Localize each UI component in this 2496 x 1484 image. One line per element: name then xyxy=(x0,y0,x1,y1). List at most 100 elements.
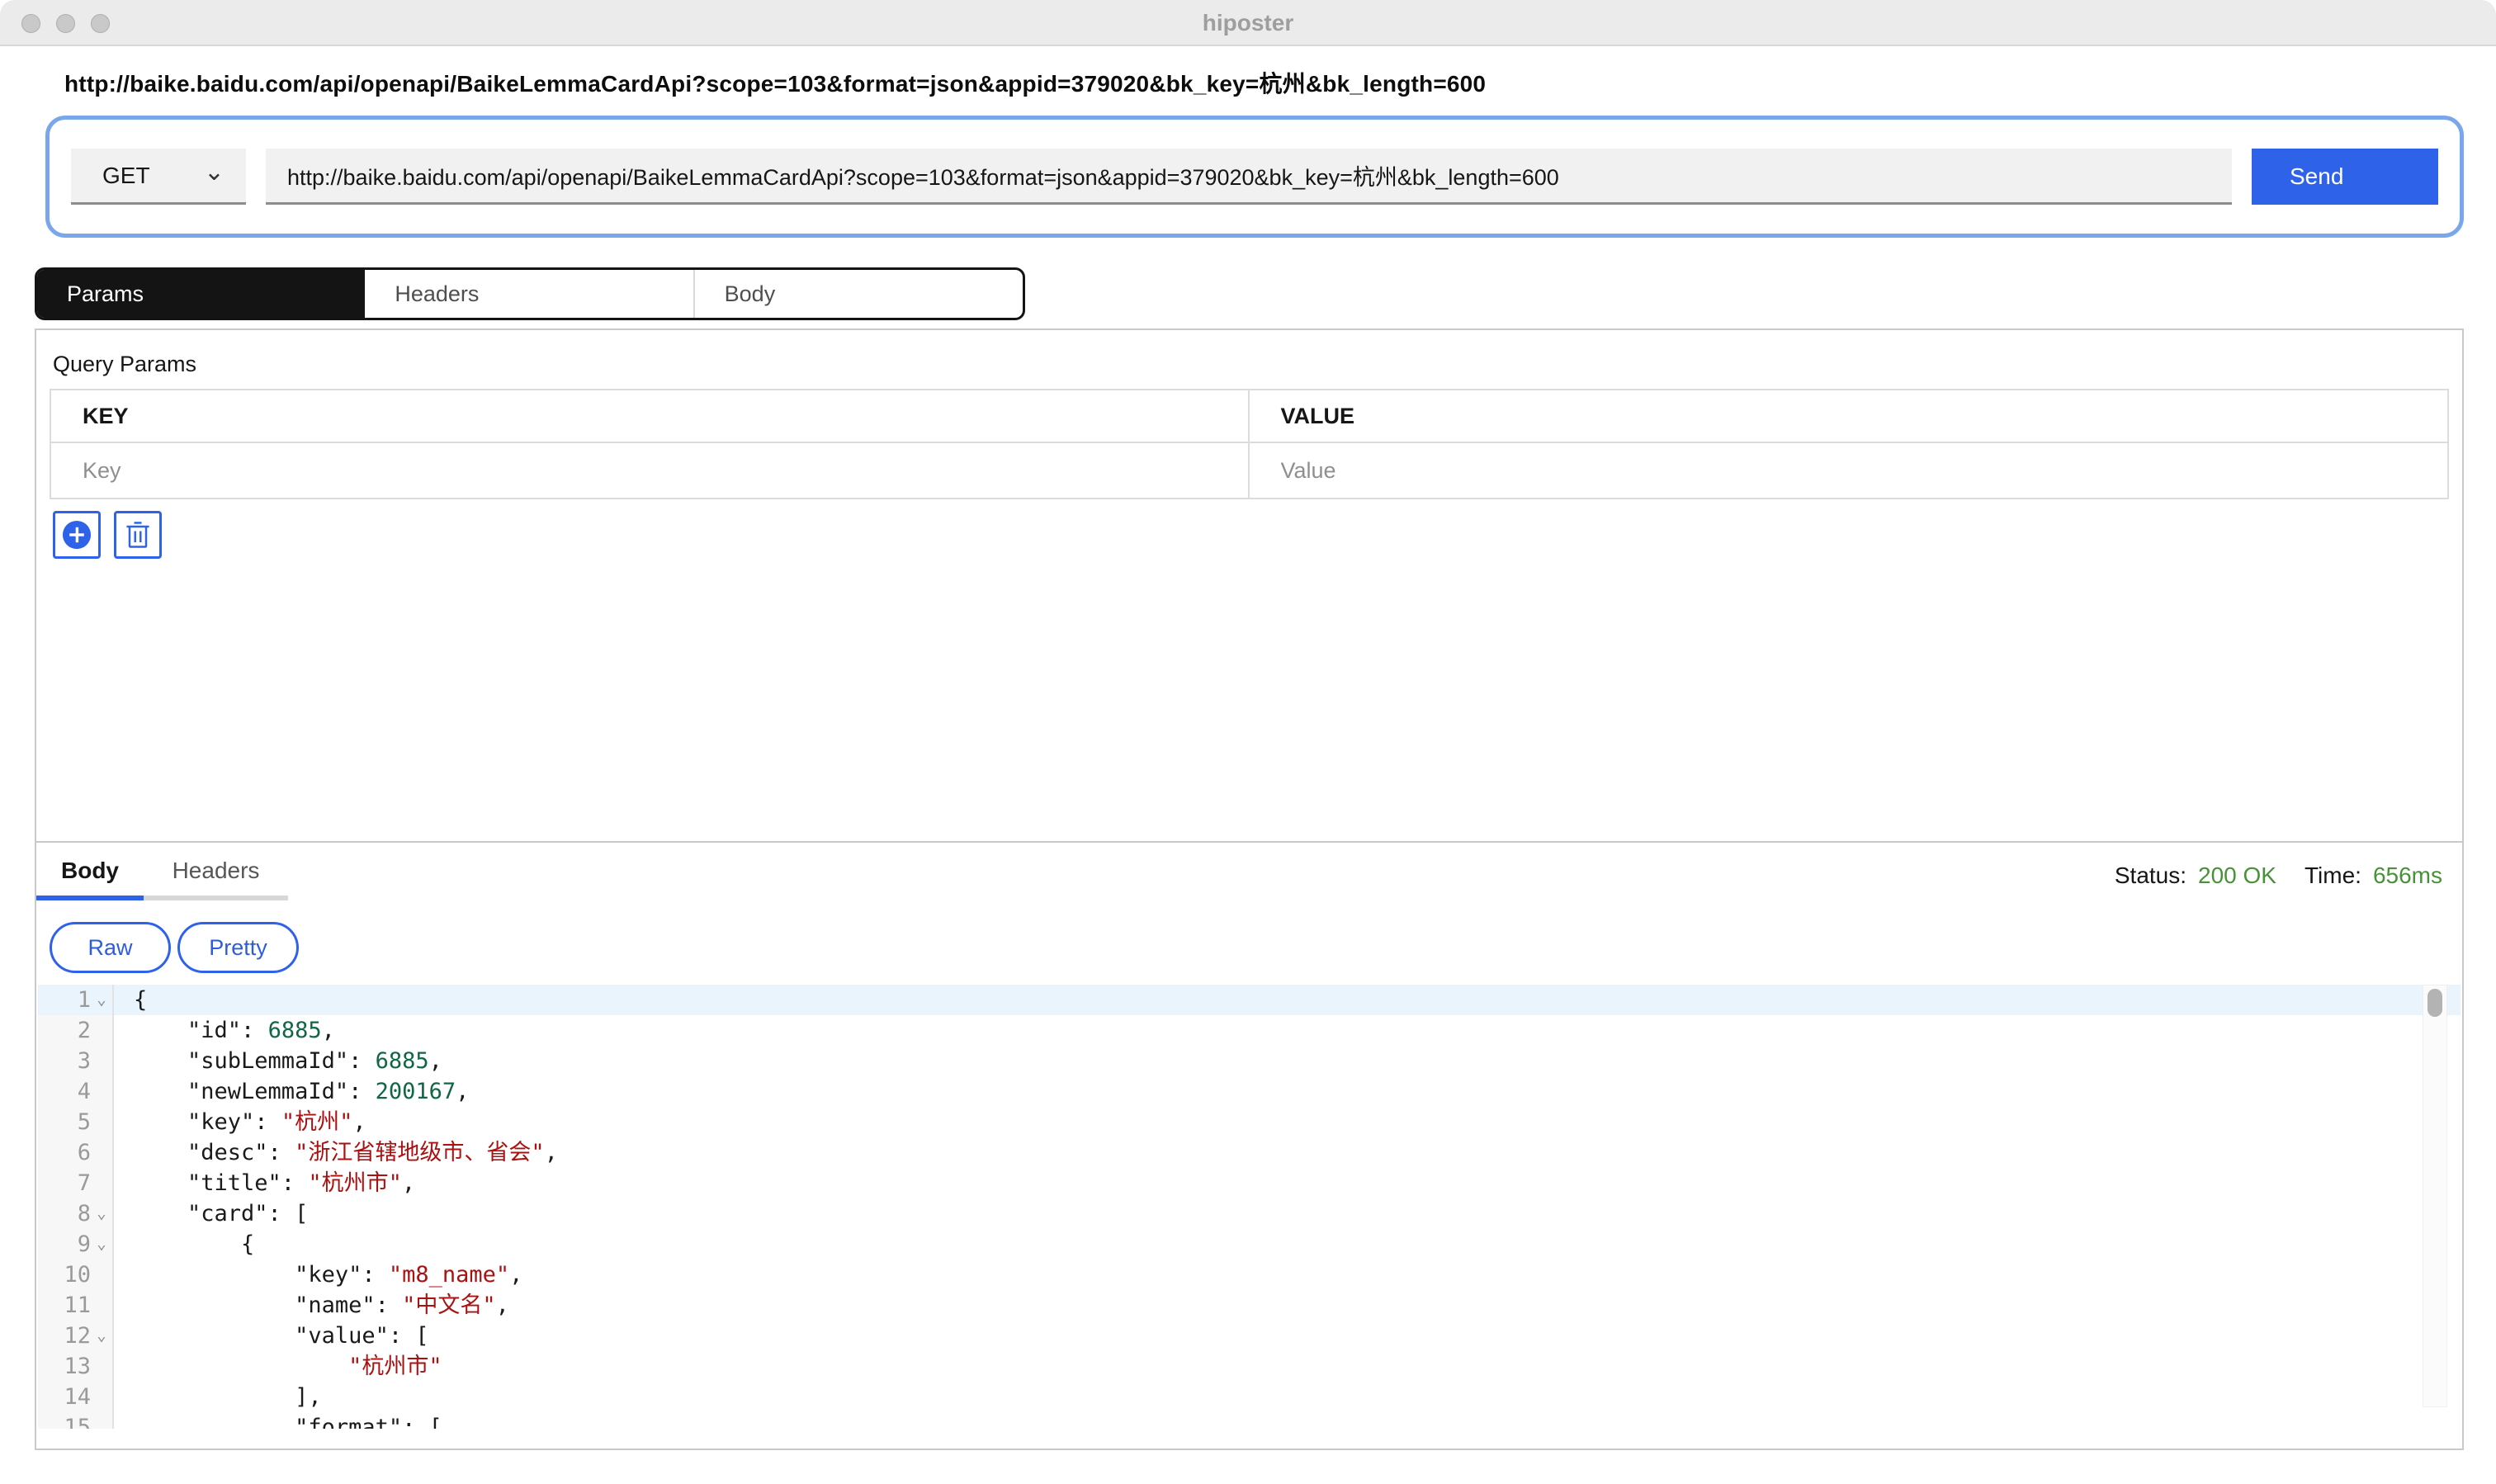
status-label: Status: xyxy=(2115,863,2186,889)
line-number: 7 xyxy=(38,1168,91,1198)
trash-icon xyxy=(123,520,153,550)
pretty-button[interactable]: Pretty xyxy=(177,922,299,973)
tab-params[interactable]: Params xyxy=(37,270,365,318)
delete-param-button[interactable] xyxy=(114,511,162,559)
code-line: 3 "subLemmaId": 6885, xyxy=(38,1046,2461,1076)
response-tabs: Body Headers xyxy=(36,858,2462,884)
params-table-row xyxy=(51,442,2447,498)
params-table: KEY VALUE xyxy=(50,389,2449,499)
code-text: "value": [ xyxy=(114,1321,2461,1351)
code-line: 5 "key": "杭州", xyxy=(38,1107,2461,1137)
params-panel: Query Params KEY VALUE xyxy=(35,328,2464,843)
code-line: 12⌄ "value": [ xyxy=(38,1321,2461,1351)
code-line: 15 "format": [ xyxy=(38,1412,2461,1429)
response-tab-headers[interactable]: Headers xyxy=(144,858,288,884)
request-url-heading: http://baike.baidu.com/api/openapi/Baike… xyxy=(64,66,2496,99)
line-number: 3 xyxy=(38,1046,91,1076)
fold-gutter xyxy=(91,1107,114,1137)
code-text: "card": [ xyxy=(114,1198,2461,1229)
time-value: 656ms xyxy=(2373,863,2442,889)
fold-gutter xyxy=(91,1015,114,1046)
query-params-title: Query Params xyxy=(53,352,2462,377)
raw-button[interactable]: Raw xyxy=(50,922,171,973)
code-text: { xyxy=(114,1229,2461,1260)
line-number: 15 xyxy=(38,1412,91,1429)
request-bar: GET ⌄ Send xyxy=(45,116,2464,238)
send-button[interactable]: Send xyxy=(2252,149,2438,205)
fold-gutter xyxy=(91,1046,114,1076)
status-value: 200 OK xyxy=(2198,863,2276,889)
key-column-header: KEY xyxy=(51,390,1250,442)
response-body-editor[interactable]: 1⌄{2 "id": 6885,3 "subLemmaId": 6885,4 "… xyxy=(38,985,2461,1429)
response-tab-underline xyxy=(36,896,2462,900)
add-param-button[interactable] xyxy=(53,511,101,559)
code-text: "key": "杭州", xyxy=(114,1107,2461,1137)
url-input[interactable] xyxy=(266,149,2232,205)
code-line: 13 "杭州市" xyxy=(38,1351,2461,1382)
response-tab-body[interactable]: Body xyxy=(36,858,144,884)
code-line: 6 "desc": "浙江省辖地级市、省会", xyxy=(38,1137,2461,1168)
line-number: 14 xyxy=(38,1382,91,1412)
line-number: 9 xyxy=(38,1229,91,1260)
code-text: { xyxy=(114,985,2461,1015)
line-number: 13 xyxy=(38,1351,91,1382)
chevron-down-icon: ⌄ xyxy=(204,160,225,185)
line-number: 2 xyxy=(38,1015,91,1046)
line-number: 10 xyxy=(38,1260,91,1290)
tab-body[interactable]: Body xyxy=(693,270,1023,318)
method-select-value: GET xyxy=(102,163,150,189)
code-line: 14 ], xyxy=(38,1382,2461,1412)
method-select[interactable]: GET ⌄ xyxy=(71,149,246,205)
value-column-header: VALUE xyxy=(1250,390,2448,442)
fold-toggle-icon[interactable]: ⌄ xyxy=(91,985,114,1015)
response-view-buttons: Raw Pretty xyxy=(50,922,2462,973)
param-key-input[interactable] xyxy=(83,458,1248,484)
time-label: Time: xyxy=(2305,863,2361,889)
inactive-tab-indicator xyxy=(144,896,288,900)
code-text: "id": 6885, xyxy=(114,1015,2461,1046)
fold-toggle-icon[interactable]: ⌄ xyxy=(91,1198,114,1229)
scrollbar-thumb[interactable] xyxy=(2427,989,2442,1017)
fold-toggle-icon[interactable]: ⌄ xyxy=(91,1229,114,1260)
code-text: "subLemmaId": 6885, xyxy=(114,1046,2461,1076)
params-table-header-row: KEY VALUE xyxy=(51,390,2447,442)
code-line: 11 "name": "中文名", xyxy=(38,1290,2461,1321)
code-line: 4 "newLemmaId": 200167, xyxy=(38,1076,2461,1107)
code-text: "name": "中文名", xyxy=(114,1290,2461,1321)
window-titlebar: hiposter xyxy=(0,0,2496,46)
line-number: 11 xyxy=(38,1290,91,1321)
code-text: "杭州市" xyxy=(114,1351,2461,1382)
code-line: 10 "key": "m8_name", xyxy=(38,1260,2461,1290)
param-value-input[interactable] xyxy=(1281,458,2448,484)
code-line: 9⌄ { xyxy=(38,1229,2461,1260)
code-text: "key": "m8_name", xyxy=(114,1260,2461,1290)
fold-gutter xyxy=(91,1076,114,1107)
line-number: 12 xyxy=(38,1321,91,1351)
code-line: 7 "title": "杭州市", xyxy=(38,1168,2461,1198)
tab-headers[interactable]: Headers xyxy=(365,270,693,318)
fold-gutter xyxy=(91,1290,114,1321)
fold-gutter xyxy=(91,1168,114,1198)
code-text: "desc": "浙江省辖地级市、省会", xyxy=(114,1137,2461,1168)
line-number: 5 xyxy=(38,1107,91,1137)
fold-gutter xyxy=(91,1382,114,1412)
code-line: 8⌄ "card": [ xyxy=(38,1198,2461,1229)
line-number: 8 xyxy=(38,1198,91,1229)
fold-gutter xyxy=(91,1412,114,1429)
fold-gutter xyxy=(91,1260,114,1290)
line-number: 1 xyxy=(38,985,91,1015)
code-lines: 1⌄{2 "id": 6885,3 "subLemmaId": 6885,4 "… xyxy=(38,985,2461,1429)
code-text: ], xyxy=(114,1382,2461,1412)
code-text: "format": [ xyxy=(114,1412,2461,1429)
request-tabs: Params Headers Body xyxy=(35,267,1025,320)
response-panel: Body Headers Status: 200 OK Time: 656ms … xyxy=(35,841,2464,1450)
fold-gutter xyxy=(91,1137,114,1168)
editor-scrollbar[interactable] xyxy=(2423,985,2447,1407)
line-number: 6 xyxy=(38,1137,91,1168)
line-number: 4 xyxy=(38,1076,91,1107)
code-text: "title": "杭州市", xyxy=(114,1168,2461,1198)
window-title: hiposter xyxy=(0,0,2496,46)
code-line: 2 "id": 6885, xyxy=(38,1015,2461,1046)
code-text: "newLemmaId": 200167, xyxy=(114,1076,2461,1107)
fold-toggle-icon[interactable]: ⌄ xyxy=(91,1321,114,1351)
